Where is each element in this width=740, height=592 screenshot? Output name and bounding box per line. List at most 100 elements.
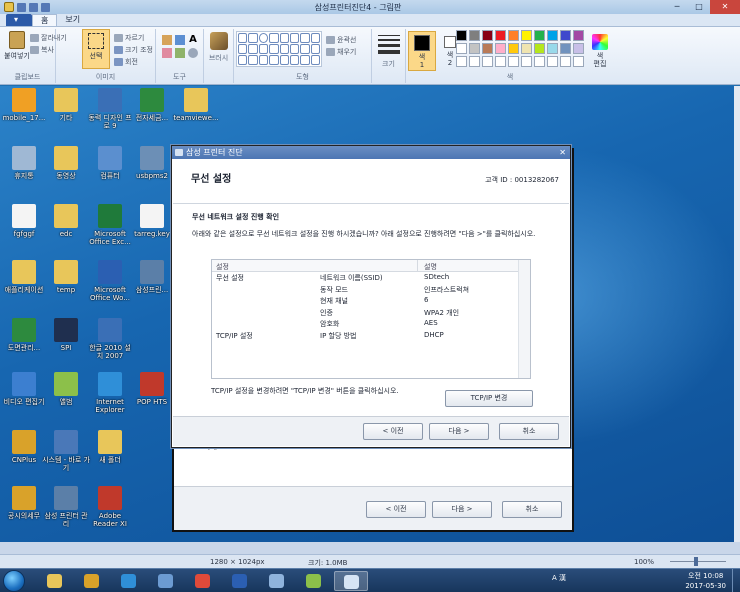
- shape-arrow-up-icon[interactable]: [289, 44, 300, 54]
- desktop-icon[interactable]: Internet Explorer: [86, 372, 134, 414]
- start-button[interactable]: [3, 570, 25, 592]
- shape-diamond-icon[interactable]: [238, 44, 248, 54]
- show-desktop-button[interactable]: [732, 569, 740, 592]
- shape-callout-rect-icon[interactable]: [258, 55, 269, 65]
- close-button[interactable]: ✕: [710, 0, 740, 14]
- shape-callout-oval-icon[interactable]: [269, 55, 279, 65]
- desktop-icon[interactable]: teamviewe...: [172, 88, 220, 122]
- shape-arrow-down-icon[interactable]: [300, 44, 310, 54]
- color-swatch[interactable]: [534, 56, 545, 67]
- shape-line-icon[interactable]: [238, 33, 248, 43]
- fill-icon[interactable]: [175, 35, 185, 45]
- desktop-icon[interactable]: tarreg.key: [128, 204, 176, 238]
- color-swatch[interactable]: [547, 30, 558, 41]
- shape-arrow-left-icon[interactable]: [279, 44, 289, 54]
- color-swatch[interactable]: [521, 30, 532, 41]
- magnifier-icon[interactable]: [188, 48, 198, 58]
- back-button[interactable]: < 이전: [363, 423, 423, 440]
- shape-lightning-icon[interactable]: [300, 55, 310, 65]
- color-swatch[interactable]: [456, 43, 467, 54]
- color-swatch[interactable]: [482, 56, 493, 67]
- taskbar-app-window[interactable]: [149, 571, 183, 591]
- desktop-icon[interactable]: edc: [42, 204, 90, 238]
- cancel-button[interactable]: 취소: [499, 423, 559, 440]
- taskbar-app-paint[interactable]: [334, 571, 368, 591]
- paste-button[interactable]: 붙여넣기: [2, 31, 32, 61]
- color-picker-icon[interactable]: [175, 48, 185, 58]
- tcp-change-button[interactable]: TCP/IP 변경: [445, 390, 533, 407]
- tab-home[interactable]: 홈: [32, 14, 58, 26]
- desktop-icon[interactable]: temp: [42, 260, 90, 294]
- tab-view[interactable]: 보기: [57, 14, 88, 26]
- desktop-icon[interactable]: Adobe Reader XI: [86, 486, 134, 528]
- taskbar-app-cnplus[interactable]: [75, 571, 109, 591]
- shape-triangle-icon[interactable]: [300, 33, 310, 43]
- desktop-icon[interactable]: 도면관리...: [0, 318, 48, 352]
- tab-file[interactable]: ▾: [6, 14, 32, 26]
- color-swatch[interactable]: [482, 43, 493, 54]
- taskbar-app-explorer[interactable]: [38, 571, 72, 591]
- color-swatch[interactable]: [495, 30, 506, 41]
- maximize-button[interactable]: □: [688, 0, 710, 14]
- select-button[interactable]: 선택: [82, 29, 110, 69]
- desktop-icon[interactable]: 기타: [42, 88, 90, 122]
- desktop-icon[interactable]: 동영상: [42, 146, 90, 180]
- next-button[interactable]: 다음 >: [429, 423, 489, 440]
- desktop-icon[interactable]: 전자세금...: [128, 88, 176, 122]
- desktop-icon[interactable]: 동력 디자인 프로 9: [86, 88, 134, 130]
- color-swatch[interactable]: [521, 43, 532, 54]
- crop-button[interactable]: 자르기: [114, 33, 144, 43]
- color-swatch[interactable]: [508, 30, 519, 41]
- eraser-icon[interactable]: [162, 48, 172, 58]
- desktop-icon[interactable]: CNPlus: [0, 430, 48, 464]
- color-swatch[interactable]: [495, 56, 506, 67]
- color-swatch[interactable]: [534, 43, 545, 54]
- color-swatch[interactable]: [469, 30, 480, 41]
- color-swatch[interactable]: [508, 43, 519, 54]
- desktop-icon[interactable]: 시스템 - 바로 가기: [42, 430, 90, 472]
- color-swatch[interactable]: [534, 30, 545, 41]
- desktop-icon[interactable]: Microsoft Office Exc...: [86, 204, 134, 246]
- shape-hexagon-icon[interactable]: [258, 44, 269, 54]
- color-swatch[interactable]: [573, 30, 584, 41]
- desktop-icon[interactable]: 앨범: [42, 372, 90, 406]
- desktop-icon[interactable]: 삼성 프린터 관리: [42, 486, 90, 528]
- color-swatch[interactable]: [482, 30, 493, 41]
- zoom-slider-track[interactable]: [670, 561, 726, 562]
- desktop-icon[interactable]: 공시의세무: [0, 486, 48, 520]
- color-swatch[interactable]: [495, 43, 506, 54]
- shape-heart-icon[interactable]: [289, 55, 300, 65]
- size-group[interactable]: 크기: [372, 29, 406, 83]
- taskbar-app-ie[interactable]: [112, 571, 146, 591]
- desktop-icon[interactable]: POP HTS: [128, 372, 176, 406]
- minimize-button[interactable]: ─: [666, 0, 688, 14]
- bg-cancel-button[interactable]: 취소: [502, 501, 562, 518]
- clock[interactable]: 오전 10:08 2017-05-30: [685, 571, 726, 591]
- shape-curve-icon[interactable]: [248, 33, 258, 43]
- desktop-icon[interactable]: 비디오 편집기: [0, 372, 48, 406]
- desktop-icon[interactable]: mobile_17...: [0, 88, 48, 122]
- color-swatch[interactable]: [547, 56, 558, 67]
- color-swatch[interactable]: [547, 43, 558, 54]
- desktop-icon[interactable]: 휴지통: [0, 146, 48, 180]
- edit-colors-button[interactable]: 색 편집: [586, 31, 614, 71]
- color-swatch[interactable]: [469, 43, 480, 54]
- color-swatch[interactable]: [560, 30, 571, 41]
- shape-right-triangle-icon[interactable]: [310, 33, 320, 43]
- shape-roundrect-icon[interactable]: [279, 33, 289, 43]
- taskbar-app-word[interactable]: [223, 571, 257, 591]
- tray-ime[interactable]: A 漢: [552, 573, 566, 583]
- color-swatch[interactable]: [456, 56, 467, 67]
- desktop-icon[interactable]: SPI: [42, 318, 90, 352]
- undo-icon[interactable]: [29, 2, 38, 12]
- taskbar-app-chrome[interactable]: [186, 571, 220, 591]
- dialog-close-icon[interactable]: ✕: [559, 146, 566, 159]
- color-swatch[interactable]: [560, 56, 571, 67]
- taskbar-app-hangul[interactable]: [260, 571, 294, 591]
- color-swatch[interactable]: [456, 30, 467, 41]
- desktop-icon[interactable]: 새 폴더: [86, 430, 134, 464]
- color-swatch[interactable]: [560, 43, 571, 54]
- redo-icon[interactable]: [41, 2, 50, 12]
- shape-rect-icon[interactable]: [269, 33, 279, 43]
- desktop-icon[interactable]: 한글 2010 설치 2007: [86, 318, 134, 360]
